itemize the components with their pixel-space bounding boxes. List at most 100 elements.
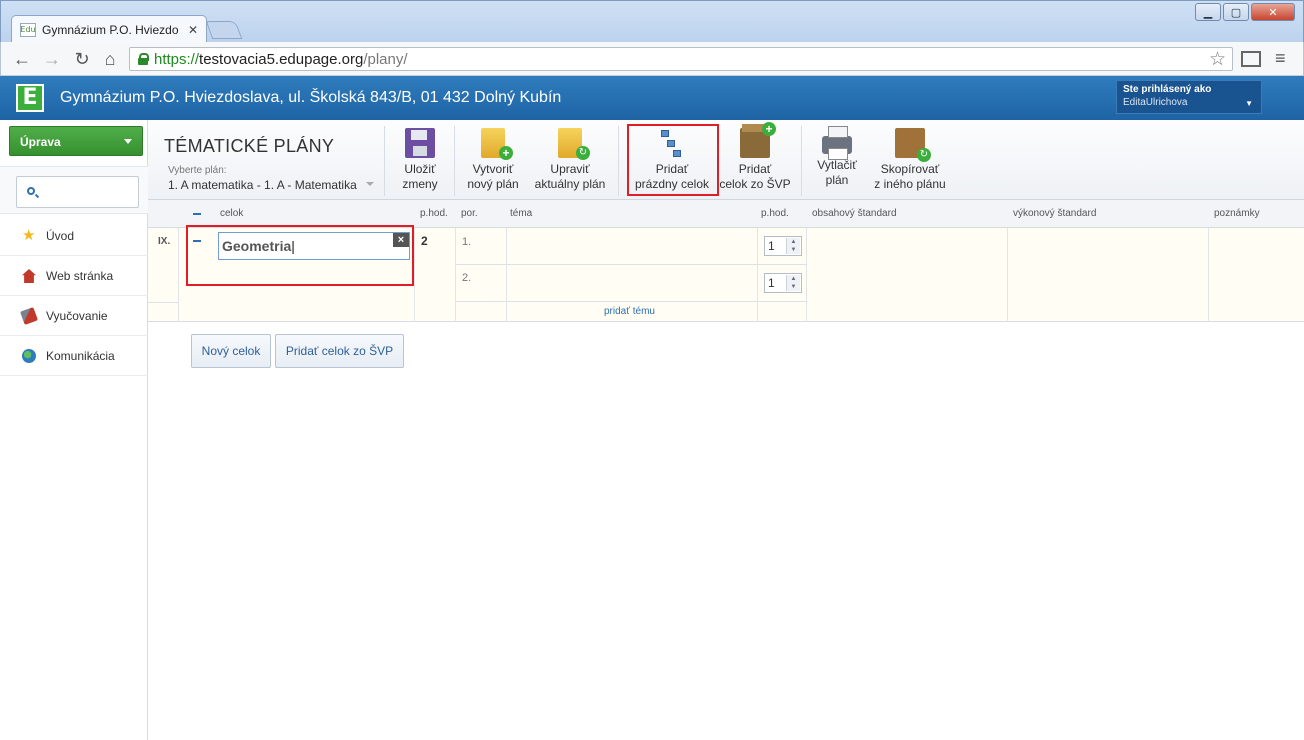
minimize-icon[interactable]: ▁ [1195,3,1221,21]
create-new-plan-button[interactable]: + Vytvoriť nový plán [462,128,524,192]
home-icon[interactable]: ⌂ [99,48,121,70]
add-unit-from-svp-bottom-button[interactable]: Pridať celok zo ŠVP [275,334,404,368]
browser-tab[interactable]: Edu Gymnázium P.O. Hviezdo ✕ [11,15,207,43]
col-tema: téma [510,208,533,219]
maximize-icon[interactable]: ▢ [1223,3,1249,21]
plan-select[interactable]: 1. A matematika - 1. A - Matematika [168,178,357,192]
button-label: zmeny [402,177,438,191]
edit-current-plan-button[interactable]: ↻ Upraviť aktuálny plán [530,128,610,192]
house-icon [22,269,36,283]
sidebar-item-web-stranka[interactable]: Web stránka [0,256,148,296]
button-label: Skopírovať [880,162,940,176]
collapse-all-icon[interactable] [193,213,201,215]
chevron-down-icon [124,139,132,144]
spin-arrows-icon[interactable]: ▲ ▼ [786,275,800,291]
edupage-logo[interactable]: E [16,84,44,112]
browser-toolbar: ← → ↻ ⌂ https://testovacia5.edupage.org/… [0,42,1304,76]
button-label: Vytlačiť [817,158,857,172]
tab-close-icon[interactable]: ✕ [188,23,198,37]
browser-menu-icon[interactable]: ≡ [1275,48,1286,69]
folder-add-icon: + [481,128,513,160]
ribbon-separator [801,126,802,196]
sidebar-item-label: Vyučovanie [46,309,108,323]
chevron-down-icon: ▼ [1245,99,1253,108]
button-label: plán [825,173,849,187]
globe-icon [22,349,36,363]
url-text: https://testovacia5.edupage.org/plany/ [154,50,408,68]
topic-hours-stepper[interactable]: 1 ▲ ▼ [764,236,802,256]
school-name: Gymnázium P.O. Hviezdoslava, ul. Školská… [60,89,562,106]
edupage-favicon-icon: Edu [20,22,36,37]
lock-icon [138,53,149,65]
copy-from-plan-button[interactable]: ↻ Skopírovať z iného plánu [868,128,952,192]
new-unit-button[interactable]: Nový celok [191,334,271,368]
bookmark-star-icon[interactable]: ☆ [1209,48,1226,71]
new-tab-button[interactable] [205,21,243,39]
search-input[interactable] [16,176,139,208]
chevron-down-icon[interactable] [366,182,374,186]
print-plan-button[interactable]: Vytlačiť plán [810,126,864,188]
copy-box-icon: ↻ [895,128,931,162]
page-title: TÉMATICKÉ PLÁNY [164,136,335,156]
col-poznamky: poznámky [1214,208,1260,219]
button-label: Vytvoriť [472,162,514,176]
highlight-box [186,225,414,286]
topic-order: 2. [462,272,472,284]
user-menu[interactable]: Ste prihlásený ako EditaUlrichova ▼ [1116,80,1262,114]
sidebar-item-label: Komunikácia [46,349,115,363]
sidebar-search [0,166,148,214]
button-label: Pridať [738,162,772,176]
add-unit-from-svp-button[interactable]: + Pridať celok zo ŠVP [718,122,792,192]
spin-arrows-icon[interactable]: ▲ ▼ [786,238,800,254]
ribbon-separator [454,126,455,196]
cast-icon[interactable] [1241,51,1261,67]
sidebar: Úprava ★ Úvod Web stránka Vyučovanie Kom… [0,120,148,740]
button-label: nový plán [467,177,519,191]
highlight-box [627,124,719,196]
teacher-icon [20,307,38,325]
reload-icon[interactable]: ↻ [71,48,93,70]
stepper-value: 1 [768,276,775,290]
save-changes-button[interactable]: Uložiť zmeny [396,128,444,192]
month-label: IX. [158,236,171,247]
uprava-menu-button[interactable]: Úprava [9,126,143,156]
button-label: aktuálny plán [534,177,606,191]
col-celok: celok [220,208,244,219]
sidebar-item-label: Web stránka [46,269,114,283]
col-vykonovy-standard: výkonový štandard [1013,208,1097,219]
app-header: E Gymnázium P.O. Hviezdoslava, ul. Škols… [0,76,1304,120]
topic-order: 1. [462,236,472,248]
add-topic-link[interactable]: pridať tému [604,306,655,317]
address-bar[interactable]: https://testovacia5.edupage.org/plany/ [129,47,1233,71]
uprava-label: Úprava [20,135,61,149]
box-add-icon: + [740,122,776,158]
ribbon-separator [384,126,385,196]
back-arrow-icon[interactable]: ← [11,48,33,70]
table-header: celok p.hod. por. téma p.hod. obsahový š… [148,200,1304,228]
sidebar-item-label: Úvod [46,229,75,243]
unit-hours: 2 [421,234,428,248]
sidebar-item-uvod[interactable]: ★ Úvod [0,216,148,256]
sidebar-item-komunikacia[interactable]: Komunikácia [0,336,148,376]
stepper-value: 1 [768,239,775,253]
button-label: Upraviť [550,162,590,176]
window-close-icon[interactable]: ✕ [1251,3,1295,21]
button-label: celok zo ŠVP [719,177,791,191]
logged-in-label: Ste prihlásený ako [1123,84,1212,95]
sidebar-item-vyucovanie[interactable]: Vyučovanie [0,296,148,336]
col-obsahovy-standard: obsahový štandard [812,208,897,219]
button-label: z iného plánu [874,177,946,191]
ribbon-toolbar: TÉMATICKÉ PLÁNY Vyberte plán: 1. A matem… [148,120,1304,200]
browser-titlebar: Edu Gymnázium P.O. Hviezdo ✕ ▁ ▢ ✕ [0,0,1304,43]
topic-hours-stepper[interactable]: 1 ▲ ▼ [764,273,802,293]
col-phod: p.hod. [420,208,448,219]
tab-title: Gymnázium P.O. Hviezdo [42,22,179,37]
plan-select-label: Vyberte plán: [168,165,227,176]
star-icon: ★ [22,227,36,244]
col-por: por. [461,208,478,219]
window-controls: ▁ ▢ ✕ [1195,3,1295,21]
forward-arrow-icon[interactable]: → [41,48,63,70]
search-icon [27,187,35,195]
floppy-disk-icon [405,128,435,158]
col-phod-topic: p.hod. [761,208,789,219]
